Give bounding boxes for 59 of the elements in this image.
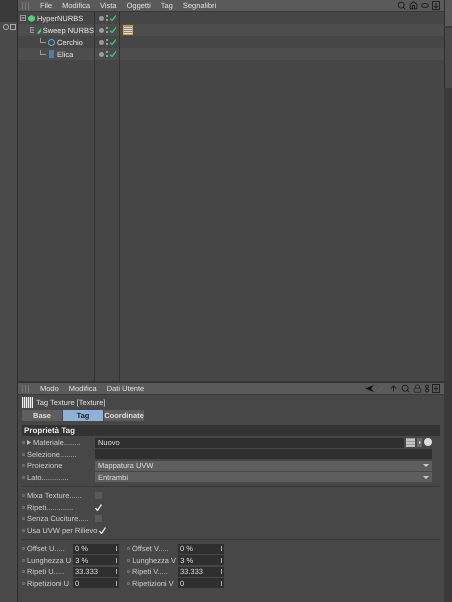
arrow-icon[interactable] xyxy=(417,438,422,448)
keyframe-icon[interactable] xyxy=(22,476,25,479)
side-tab[interactable] xyxy=(444,28,452,88)
keyframe-icon[interactable] xyxy=(22,528,25,532)
keyframe-icon[interactable] xyxy=(22,452,25,456)
grip-icon[interactable] xyxy=(22,2,30,10)
side-tab[interactable] xyxy=(444,0,452,26)
eye-icon[interactable] xyxy=(421,3,429,8)
check-icon[interactable] xyxy=(110,51,116,57)
tree-line xyxy=(40,50,46,58)
up-arrow-icon[interactable] xyxy=(389,384,398,393)
collapse-icon[interactable] xyxy=(30,27,34,33)
keyframe-icon[interactable] xyxy=(22,547,25,550)
search-icon[interactable] xyxy=(401,384,410,393)
collapse-icon[interactable] xyxy=(20,15,26,21)
circle-icon xyxy=(48,38,55,46)
window-icon[interactable] xyxy=(10,24,16,30)
cube-icon xyxy=(28,14,35,22)
gear-icon[interactable] xyxy=(3,24,9,30)
keyframe-icon[interactable] xyxy=(127,570,130,574)
tree-row[interactable] xyxy=(120,24,444,36)
spiral-icon xyxy=(48,50,55,58)
caret-icon xyxy=(423,464,429,468)
keyframe-icon[interactable] xyxy=(127,547,130,550)
section-header: Proprietà Tag xyxy=(22,425,440,436)
keyframe-icon[interactable] xyxy=(22,506,25,509)
search-icon[interactable] xyxy=(397,1,406,10)
input-field[interactable] xyxy=(95,449,432,460)
keyframe-icon[interactable] xyxy=(127,582,130,585)
home-icon[interactable] xyxy=(409,1,418,10)
visibility-dot[interactable] xyxy=(99,40,104,44)
visibility-dot[interactable] xyxy=(99,28,104,32)
back-arrow-icon[interactable] xyxy=(365,385,374,392)
keyframe-icon[interactable] xyxy=(22,570,25,574)
pointer-icon[interactable] xyxy=(424,438,432,446)
grip-icon[interactable] xyxy=(22,384,30,392)
keyframe-icon[interactable] xyxy=(127,558,130,562)
new-window-icon[interactable] xyxy=(432,1,440,10)
keyframe-icon[interactable] xyxy=(22,558,25,562)
keyframe-icon[interactable] xyxy=(22,441,25,444)
texture-tag-icon xyxy=(22,397,33,408)
tube-icon xyxy=(36,26,41,34)
check-icon[interactable] xyxy=(110,39,116,45)
lock-icon[interactable] xyxy=(413,384,422,393)
keyframe-icon[interactable] xyxy=(22,517,25,520)
new-window-icon[interactable] xyxy=(432,384,440,393)
visibility-dot[interactable] xyxy=(99,52,104,56)
keyframe-icon[interactable] xyxy=(22,494,25,498)
texture-tag-icon[interactable] xyxy=(123,25,133,35)
check-icon[interactable] xyxy=(110,15,116,21)
expand-arrow-icon[interactable] xyxy=(27,440,31,446)
visibility-dot[interactable] xyxy=(99,16,104,20)
keyframe-icon[interactable] xyxy=(22,582,25,585)
check-icon[interactable] xyxy=(110,27,116,33)
keyframe-icon[interactable] xyxy=(22,464,25,468)
caret-icon xyxy=(423,476,429,479)
texture-preview-icon[interactable] xyxy=(406,438,415,448)
link-icon[interactable] xyxy=(425,384,429,393)
tree-line xyxy=(40,38,46,46)
